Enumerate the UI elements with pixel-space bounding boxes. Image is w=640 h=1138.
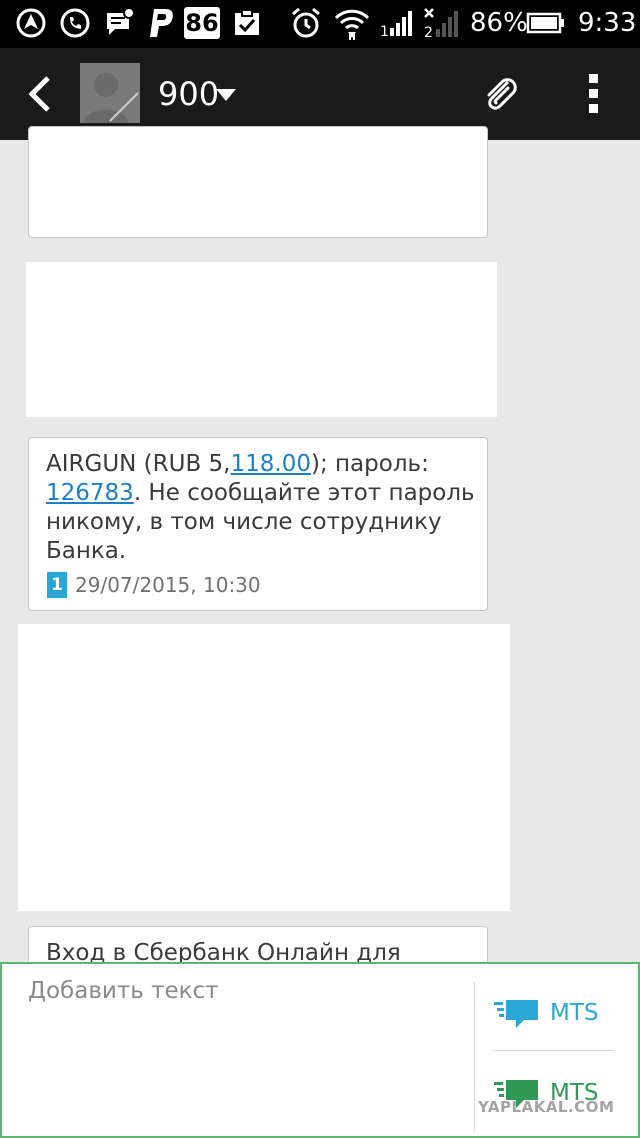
redacted-message xyxy=(18,624,510,911)
composer-divider xyxy=(474,982,475,1132)
default-avatar-icon xyxy=(80,63,140,123)
message-bubble[interactable]: AIRGUN (RUB 5,118.00); пароль: 126783. Н… xyxy=(28,437,488,611)
task-done-icon xyxy=(230,6,264,40)
new-message-icon xyxy=(102,6,136,40)
message-timestamp: 29/07/2015, 10:30 xyxy=(75,573,261,597)
status-bar: 86 1 2 86% 9:33 xyxy=(0,0,640,48)
more-vert-icon xyxy=(589,74,598,113)
svg-text:1: 1 xyxy=(380,24,389,38)
message-text: AIRGUN (RUB 5,118.00); пароль: 126783. Н… xyxy=(46,451,475,564)
clock: 9:33 xyxy=(578,8,637,38)
wifi-icon xyxy=(332,6,372,40)
navigation-app-icon xyxy=(14,6,48,40)
send-sim1-button[interactable]: MTS xyxy=(494,988,624,1038)
alarm-icon xyxy=(288,6,324,40)
paperclip-icon xyxy=(487,78,517,110)
missed-call-icon xyxy=(58,6,92,40)
battery-icon xyxy=(526,6,566,40)
amount-link[interactable]: 118.00 xyxy=(231,451,311,477)
svg-text:2: 2 xyxy=(424,25,433,39)
signal-sim2-icon: 2 xyxy=(424,6,464,40)
contact-avatar[interactable] xyxy=(80,63,140,123)
contact-dropdown-icon[interactable] xyxy=(216,88,236,106)
send-message-icon xyxy=(494,1000,538,1028)
overflow-menu-button[interactable] xyxy=(584,72,604,116)
contact-name[interactable]: 900 xyxy=(158,74,219,114)
notification-count: 86 xyxy=(184,7,220,39)
battery-percent: 86% xyxy=(470,8,528,38)
message-bubble[interactable] xyxy=(28,126,488,238)
back-arrow-icon xyxy=(28,76,50,112)
send-sim1-label: MTS xyxy=(550,1000,599,1026)
back-button[interactable] xyxy=(22,74,58,114)
code-link[interactable]: 126783 xyxy=(46,480,134,506)
signal-sim1-icon: 1 xyxy=(380,6,416,40)
paypal-icon xyxy=(144,6,178,40)
watermark: YAPLAKAL.COM xyxy=(478,1098,615,1116)
sim-badge: 1 xyxy=(47,572,67,598)
send-divider xyxy=(492,1050,614,1051)
redacted-message xyxy=(26,262,497,417)
notification-count-badge: 86 xyxy=(184,6,220,40)
message-input[interactable]: Добавить текст xyxy=(28,978,219,1004)
attach-button[interactable] xyxy=(480,74,520,114)
message-meta: 1 29/07/2015, 10:30 xyxy=(47,572,261,598)
